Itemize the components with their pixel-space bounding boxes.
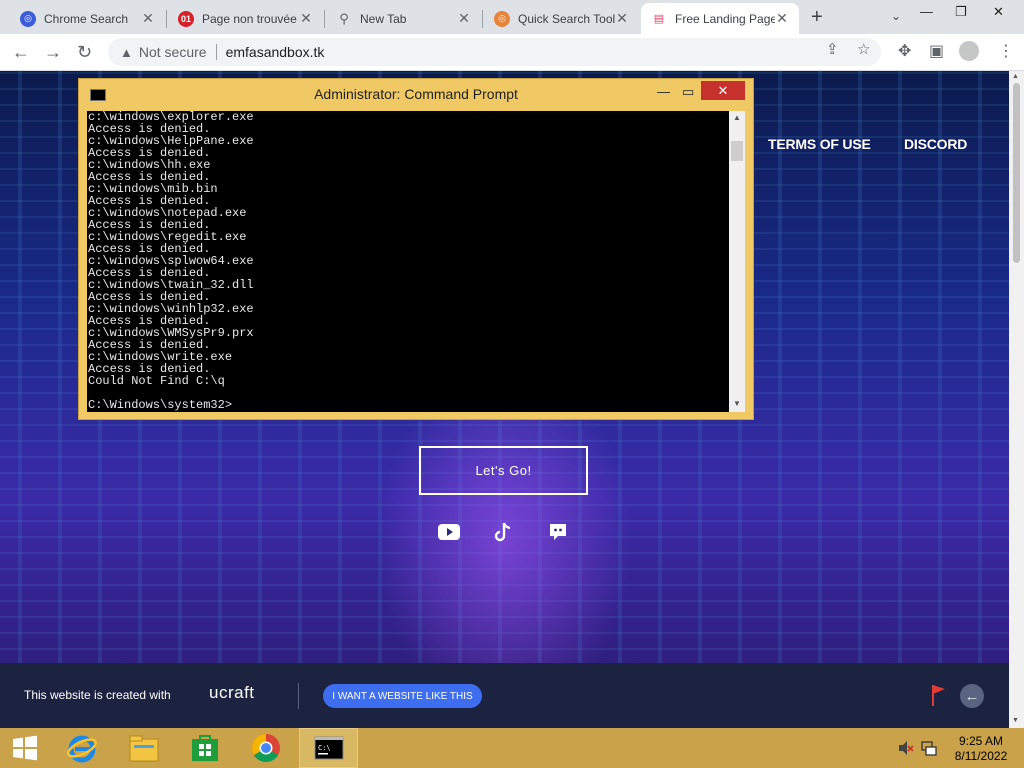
youtube-icon[interactable]	[437, 521, 461, 543]
console-line: C:\Windows\system32>	[88, 398, 233, 412]
bookmark-star-icon[interactable]: ☆	[857, 40, 870, 58]
opera-favicon-icon: 01	[178, 10, 194, 27]
flag-icon[interactable]	[930, 683, 946, 712]
reload-icon[interactable]: ↻	[77, 42, 92, 63]
url-text[interactable]: emfasandbox.tk	[226, 44, 325, 60]
created-with-text: This website is created with	[24, 688, 171, 702]
scroll-up-icon[interactable]: ▲	[1012, 73, 1019, 80]
close-tab-icon[interactable]: ✕	[615, 10, 629, 27]
tab-title: Page non trouvée	[202, 11, 297, 26]
side-panel-icon[interactable]: ▣	[929, 41, 944, 61]
close-tab-icon[interactable]: ✕	[141, 10, 155, 27]
close-tab-icon[interactable]: ✕	[299, 10, 313, 27]
windows-taskbar: C:\ 9:25 AM 8/11/2022	[0, 728, 1024, 768]
forward-arrow-icon[interactable]: →	[44, 42, 62, 63]
nav-discord[interactable]: DISCORD	[904, 136, 967, 152]
cmd-minimize-icon[interactable]: —	[657, 84, 670, 99]
tab-divider	[482, 10, 483, 28]
restore-window-icon[interactable]: ❐	[955, 4, 967, 20]
profile-avatar-icon[interactable]	[959, 41, 979, 61]
cmd-taskbar-icon[interactable]: C:\	[299, 728, 358, 768]
cmd-scrollbar[interactable]: ▲ ▼	[729, 111, 745, 412]
scrollbar-thumb[interactable]	[1013, 83, 1020, 263]
windows-start-icon[interactable]	[0, 728, 50, 768]
footer-divider	[298, 683, 299, 709]
tab-divider	[324, 10, 325, 28]
tab-title: New Tab	[360, 11, 407, 26]
landing-page-favicon-icon: ▤	[651, 10, 667, 27]
cmd-maximize-icon[interactable]: ▭	[682, 84, 694, 100]
tab-quick-search-tool[interactable]: ◎ Quick Search Tool ✕	[484, 3, 639, 34]
system-clock[interactable]: 9:25 AM 8/11/2022	[946, 734, 1016, 764]
cmd-scrollbar-thumb[interactable]	[731, 141, 743, 161]
minimize-window-icon[interactable]: —	[920, 4, 933, 19]
close-tab-icon[interactable]: ✕	[775, 10, 789, 27]
console-line: Could Not Find C:\q	[88, 374, 225, 388]
tab-new-tab[interactable]: ⚲ New Tab ✕	[326, 3, 481, 34]
tab-strip: ◎ Chrome Search ✕ 01 Page non trouvée ✕ …	[0, 0, 1024, 34]
ucraft-logo[interactable]: ucraft	[209, 683, 255, 703]
extensions-puzzle-icon[interactable]: ✥	[898, 41, 911, 61]
clock-time: 9:25 AM	[958, 734, 1004, 748]
cmd-scroll-up-icon[interactable]: ▲	[733, 113, 741, 122]
tab-title: Free Landing Page	[675, 11, 775, 26]
file-explorer-icon[interactable]	[116, 728, 172, 768]
tab-divider	[166, 10, 167, 28]
svg-text:C:\: C:\	[318, 744, 331, 752]
command-prompt-window[interactable]: Administrator: Command Prompt — ▭ ✕ c:\w…	[78, 78, 754, 420]
clock-date: 8/11/2022	[954, 749, 1008, 763]
warning-icon[interactable]: ▲	[120, 45, 133, 60]
chrome-icon[interactable]	[238, 728, 294, 768]
store-icon[interactable]	[177, 728, 233, 768]
omnibox-divider	[215, 44, 217, 60]
network-icon[interactable]	[921, 740, 937, 759]
cmd-console-output[interactable]: c:\windows\explorer.exe Access is denied.…	[87, 111, 729, 412]
tab-title: Chrome Search	[44, 11, 129, 26]
security-label: Not secure	[138, 44, 207, 60]
tab-title: Quick Search Tool	[518, 11, 615, 26]
more-menu-icon[interactable]: ⋮	[998, 41, 1014, 61]
tab-free-landing-page[interactable]: ▤ Free Landing Page ✕	[641, 3, 799, 34]
back-arrow-icon[interactable]: ←	[12, 42, 30, 63]
cmd-scroll-down-icon[interactable]: ▼	[733, 399, 741, 408]
cmd-close-button[interactable]: ✕	[701, 81, 745, 100]
tab-search-chevron-icon[interactable]: ⌄	[891, 9, 901, 23]
scroll-down-icon[interactable]: ▼	[1012, 717, 1019, 724]
share-icon[interactable]: ⇪	[826, 40, 839, 58]
ie-icon[interactable]	[54, 728, 110, 768]
browser-toolbar: ← → ↻ ▲ Not secure emfasandbox.tk ⇪ ☆ ✥ …	[0, 34, 1024, 71]
volume-muted-icon[interactable]	[898, 740, 914, 759]
tab-chrome-search[interactable]: ◎ Chrome Search ✕	[10, 3, 165, 34]
close-window-icon[interactable]: ✕	[993, 4, 1004, 20]
page-scrollbar[interactable]: ▲ ▼	[1009, 71, 1024, 728]
tiktok-icon[interactable]	[491, 521, 515, 543]
tab-page-non-trouvee[interactable]: 01 Page non trouvée ✕	[168, 3, 323, 34]
new-tab-button[interactable]: +	[811, 6, 823, 29]
chrome-search-favicon-icon: ◎	[20, 10, 36, 27]
lets-go-button[interactable]: Let's Go!	[419, 446, 588, 495]
address-bar[interactable]: ▲ Not secure emfasandbox.tk	[108, 38, 881, 66]
search-icon: ⚲	[339, 10, 349, 26]
quick-search-favicon-icon: ◎	[494, 10, 510, 27]
want-website-button[interactable]: I WANT A WEBSITE LIKE THIS	[323, 684, 482, 708]
discord-icon[interactable]	[546, 521, 570, 543]
cmd-window-title: Administrator: Command Prompt	[314, 86, 518, 102]
back-circle-icon[interactable]: ←	[960, 684, 984, 708]
nav-terms-of-use[interactable]: TERMS OF USE	[768, 136, 871, 152]
close-tab-icon[interactable]: ✕	[457, 10, 471, 27]
ucraft-footer: This website is created with ucraft I WA…	[0, 663, 1009, 728]
